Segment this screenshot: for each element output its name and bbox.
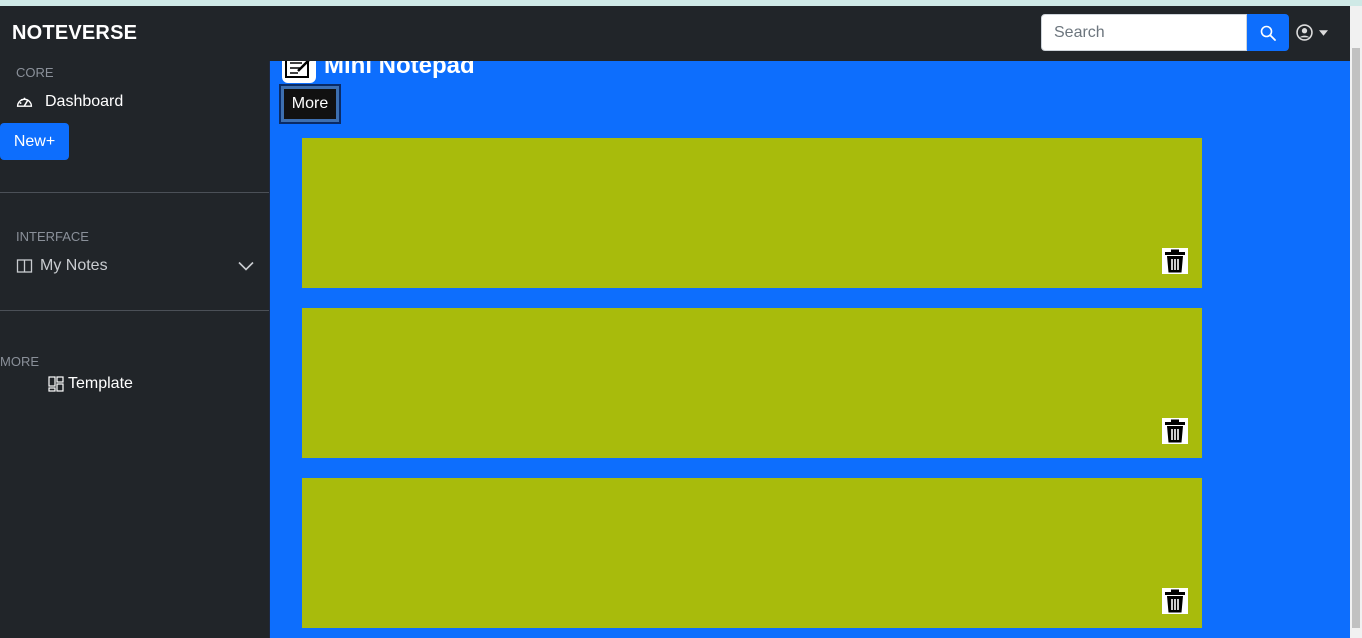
columns-icon xyxy=(16,259,33,273)
chevron-down-icon xyxy=(238,261,254,271)
user-menu-toggle[interactable] xyxy=(1296,24,1328,41)
delete-note-button[interactable] xyxy=(1162,588,1188,614)
search-form xyxy=(1041,14,1289,51)
sidebar: CORE Dashboard New+ INTERFACE My Notes M… xyxy=(0,61,269,638)
scrollbar-thumb[interactable] xyxy=(1352,48,1360,628)
brand-logo[interactable]: NOTEVERSE xyxy=(12,22,137,45)
sidebar-item-template[interactable]: Template xyxy=(48,375,133,393)
sidebar-divider xyxy=(0,192,269,193)
user-circle-icon xyxy=(1296,24,1313,41)
more-button[interactable]: More xyxy=(279,84,341,124)
delete-note-button[interactable] xyxy=(1162,248,1188,274)
sidebar-divider xyxy=(0,310,269,311)
sidebar-item-dashboard[interactable]: Dashboard xyxy=(16,93,123,111)
trash-icon xyxy=(1165,419,1185,443)
sidebar-heading-more: MORE xyxy=(0,354,39,369)
search-button[interactable] xyxy=(1247,14,1289,51)
new-note-button[interactable]: New+ xyxy=(0,123,69,160)
sidebar-heading-interface: INTERFACE xyxy=(16,229,89,244)
search-icon xyxy=(1260,25,1276,41)
sidebar-item-my-notes-label: My Notes xyxy=(40,257,108,274)
sidebar-item-my-notes[interactable]: My Notes xyxy=(16,257,254,275)
sidebar-item-template-label: Template xyxy=(68,375,133,392)
speedometer-icon xyxy=(16,97,33,107)
sidebar-item-dashboard-label: Dashboard xyxy=(45,93,124,110)
delete-note-button[interactable] xyxy=(1162,418,1188,444)
main-content: Mini Notepad More xyxy=(270,61,1350,638)
sidebar-heading-core: CORE xyxy=(16,65,54,80)
trash-icon xyxy=(1165,589,1185,613)
note-card[interactable] xyxy=(302,138,1202,288)
trash-icon xyxy=(1165,249,1185,273)
search-input[interactable] xyxy=(1041,14,1247,51)
notepad-icon xyxy=(282,61,316,83)
note-card[interactable] xyxy=(302,478,1202,628)
sidebar-edge xyxy=(269,61,270,638)
page-title: Mini Notepad xyxy=(324,61,475,79)
caret-down-icon xyxy=(1319,29,1328,36)
vertical-scrollbar[interactable] xyxy=(1350,6,1362,638)
layout-icon xyxy=(48,376,64,392)
page-header: Mini Notepad xyxy=(282,61,475,83)
top-navbar: NOTEVERSE xyxy=(0,6,1350,61)
note-card[interactable] xyxy=(302,308,1202,458)
